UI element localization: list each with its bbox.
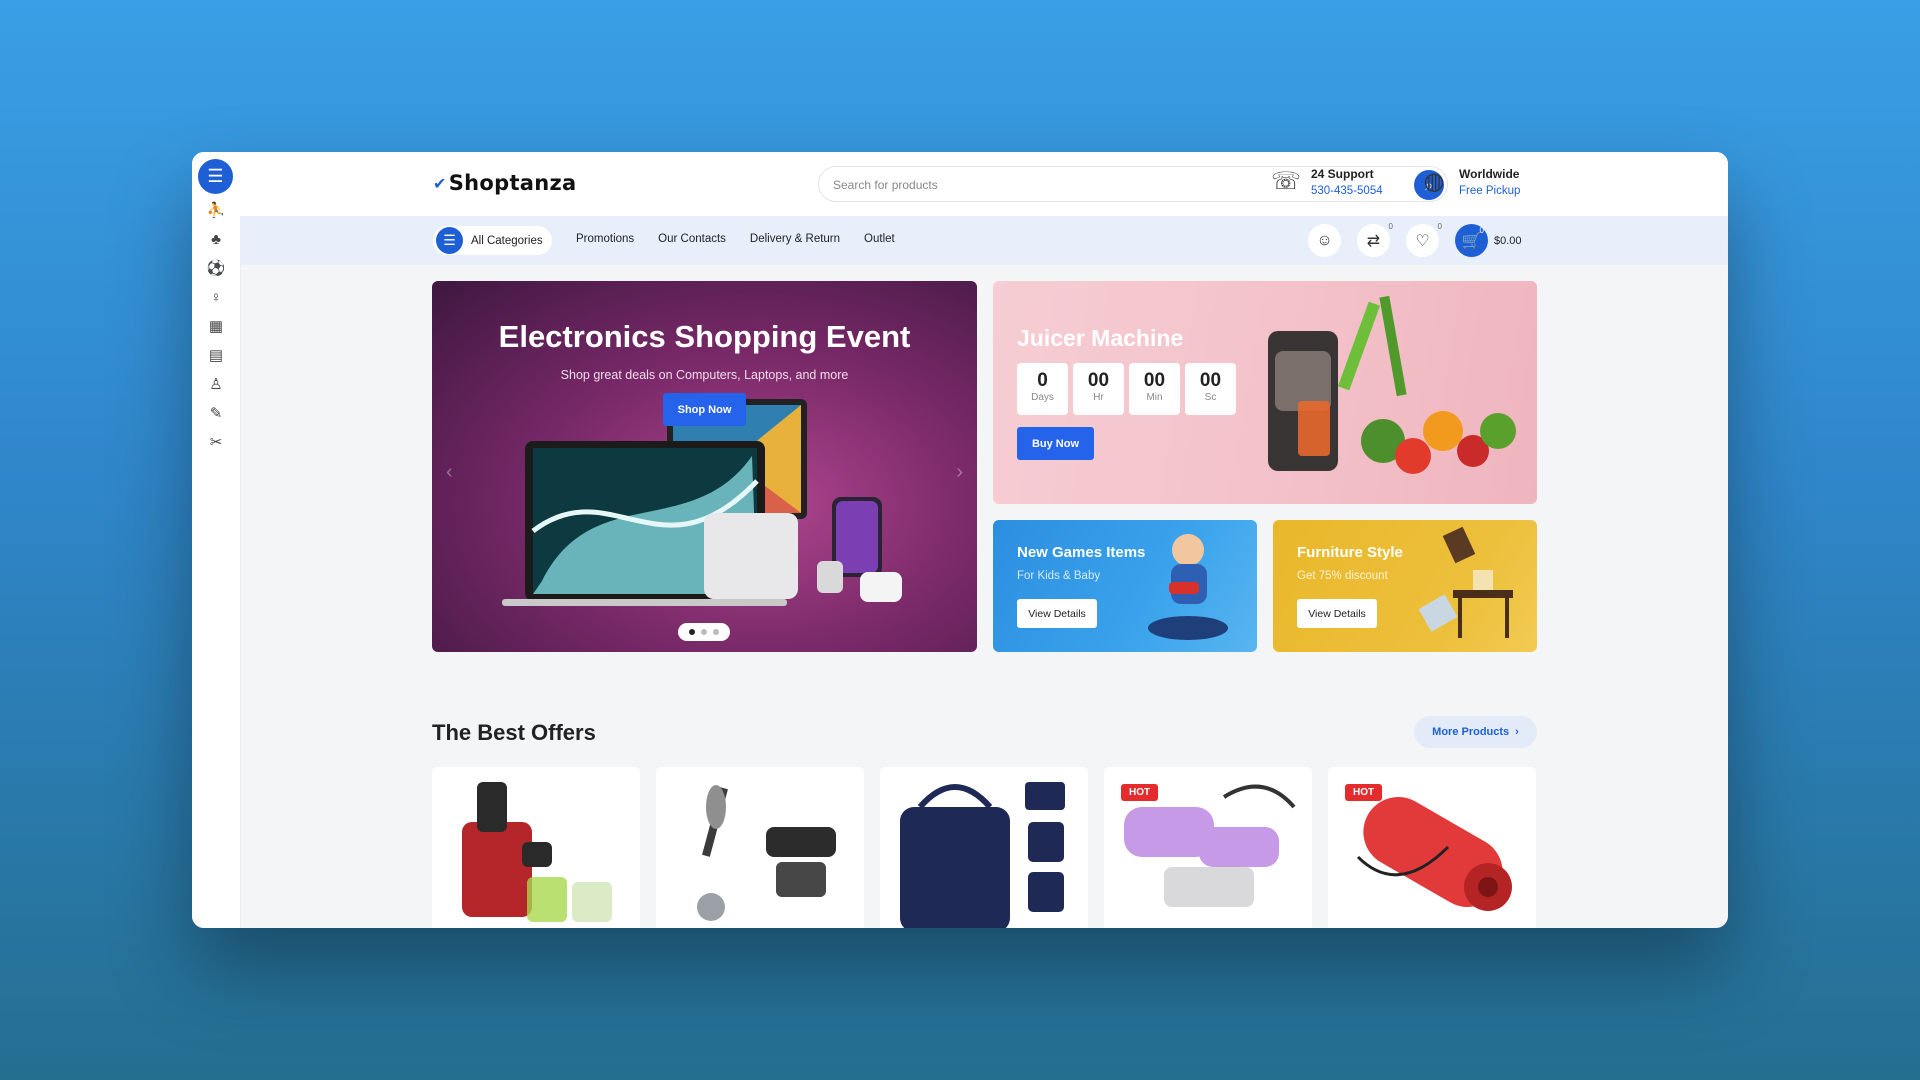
furniture-subtitle: Get 75% discount (1297, 570, 1388, 582)
logo-text: Shoptanza (448, 171, 577, 195)
countdown-minutes: 00 Min (1129, 363, 1180, 415)
countdown-hours: 00 Hr (1073, 363, 1124, 415)
product-card[interactable]: HOT (1104, 767, 1312, 928)
fitness-icon[interactable]: ⛹ (206, 200, 226, 220)
cart-count: 0 (1479, 226, 1484, 235)
kitchen-icon[interactable]: ▦ (206, 316, 226, 336)
nav-links: Promotions Our Contacts Delivery & Retur… (576, 233, 895, 245)
product-image (697, 785, 836, 921)
main-nav: ☰ All Categories Promotions Our Contacts… (240, 216, 1728, 265)
countdown-label: Sc (1204, 392, 1217, 403)
hot-badge: HOT (1121, 784, 1159, 801)
all-categories-label: All Categories (471, 234, 543, 247)
furniture-icon[interactable]: ▤ (206, 345, 226, 365)
slide-dot[interactable] (689, 629, 695, 635)
compare-icon[interactable]: ⇄ 0 (1357, 222, 1393, 257)
nav-link-promotions[interactable]: Promotions (576, 233, 634, 245)
sports-icon[interactable]: ⚽ (206, 258, 226, 278)
slide-dot[interactable] (713, 629, 719, 635)
more-products-label: More Products (1432, 726, 1510, 738)
hero-subtitle: Shop great deals on Computers, Laptops, … (560, 368, 849, 382)
product-image (900, 782, 1065, 928)
product-card[interactable] (880, 767, 1088, 928)
slider-dots (678, 623, 730, 641)
buy-now-button[interactable]: Buy Now (1017, 427, 1094, 460)
wishlist-count: 0 (1437, 222, 1442, 231)
nav-link-contacts[interactable]: Our Contacts (658, 233, 726, 245)
logo-mark-icon: ✔ (433, 173, 447, 193)
more-products-button[interactable]: More Products › (1414, 716, 1537, 748)
support-hand-icon: ☏ (1271, 167, 1302, 195)
hamburger-icon[interactable]: ☰ (198, 159, 233, 194)
countdown-seconds: 00 Sc (1185, 363, 1236, 415)
countdown-value: 00 (1199, 370, 1222, 391)
site-header: ✔ Shoptanza ⌕ ☏ 24 Support 530-435-5054 … (240, 152, 1728, 216)
product-image (462, 782, 612, 922)
shipping-sub[interactable]: Free Pickup (1459, 182, 1520, 200)
cart-total[interactable]: $0.00 (1494, 235, 1522, 247)
juicer-title: Juicer Machine (1017, 325, 1184, 351)
furniture-title: Furniture Style (1297, 544, 1403, 561)
nav-link-delivery[interactable]: Delivery & Return (750, 233, 840, 245)
globe-icon: ◍ (1423, 167, 1445, 195)
tools-icon[interactable]: ✎ (206, 403, 226, 423)
countdown-value: 0 (1037, 370, 1048, 391)
furniture-promo[interactable]: Furniture Style Get 75% discount View De… (1273, 520, 1537, 652)
games-title: New Games Items (1017, 544, 1146, 561)
games-subtitle: For Kids & Baby (1017, 570, 1101, 582)
logo[interactable]: ✔ Shoptanza (433, 171, 577, 195)
countdown-label: Days (1031, 392, 1054, 403)
outdoor-icon[interactable]: ✂ (206, 432, 226, 452)
toys-icon[interactable]: ♙ (206, 374, 226, 394)
shipping-title: Worldwide (1459, 167, 1520, 181)
countdown-label: Min (1146, 392, 1163, 403)
category-rail: ☰ ⛹ ♣ ⚽ ♀ ▦ ▤ ♙ ✎ ✂ (192, 152, 241, 928)
shipping-info: ◍ Worldwide Free Pickup (1419, 166, 1521, 200)
support-phone[interactable]: 530-435-5054 (1311, 182, 1383, 200)
slide-dot[interactable] (701, 629, 707, 635)
support-info: ☏ 24 Support 530-435-5054 (1271, 166, 1383, 200)
juicer-promo[interactable]: Juicer Machine 0 Days 00 Hr 00 Min 00 Sc… (993, 281, 1537, 504)
account-icon[interactable]: ☺ (1308, 224, 1341, 257)
kid-gaming-illustration (1148, 534, 1228, 640)
hero-banner[interactable]: Electronics Shopping Event Shop great de… (432, 281, 977, 652)
all-categories-button[interactable]: ☰ All Categories (433, 226, 552, 255)
games-view-details-button[interactable]: View Details (1017, 599, 1097, 628)
next-slide-icon[interactable]: › (956, 461, 963, 484)
wishlist-icon[interactable]: ♡ 0 (1406, 222, 1442, 257)
support-title: 24 Support (1311, 167, 1374, 181)
hero-title: Electronics Shopping Event (498, 319, 911, 354)
beauty-icon[interactable]: ♀ (206, 287, 226, 307)
countdown-days: 0 Days (1017, 363, 1068, 415)
nav-actions: ☺ ⇄ 0 ♡ 0 🛒 0 $0.00 (1308, 222, 1522, 257)
browser-window: ☰ ⛹ ♣ ⚽ ♀ ▦ ▤ ♙ ✎ ✂ ✔ Shoptanza ⌕ ☏ 24 S… (192, 152, 1728, 928)
prev-slide-icon[interactable]: ‹ (446, 461, 453, 484)
product-card[interactable]: HOT (1328, 767, 1536, 928)
menu-icon: ☰ (436, 227, 463, 254)
countdown-value: 00 (1143, 370, 1166, 391)
nav-link-outlet[interactable]: Outlet (864, 233, 895, 245)
hot-badge: HOT (1345, 784, 1383, 801)
product-card[interactable] (432, 767, 640, 928)
best-offers-title: The Best Offers (432, 720, 596, 745)
chevron-right-icon: › (1515, 726, 1519, 738)
cart-icon[interactable]: 🛒 0 (1455, 224, 1488, 257)
furniture-illustration (1418, 526, 1513, 638)
compare-count: 0 (1388, 222, 1393, 231)
shop-now-button[interactable]: Shop Now (663, 393, 746, 426)
product-card[interactable] (656, 767, 864, 928)
games-promo[interactable]: New Games Items For Kids & Baby View Det… (993, 520, 1257, 652)
countdown-label: Hr (1093, 392, 1104, 403)
furniture-view-details-button[interactable]: View Details (1297, 599, 1377, 628)
clothing-icon[interactable]: ♣ (206, 229, 226, 249)
countdown-value: 00 (1087, 370, 1110, 391)
